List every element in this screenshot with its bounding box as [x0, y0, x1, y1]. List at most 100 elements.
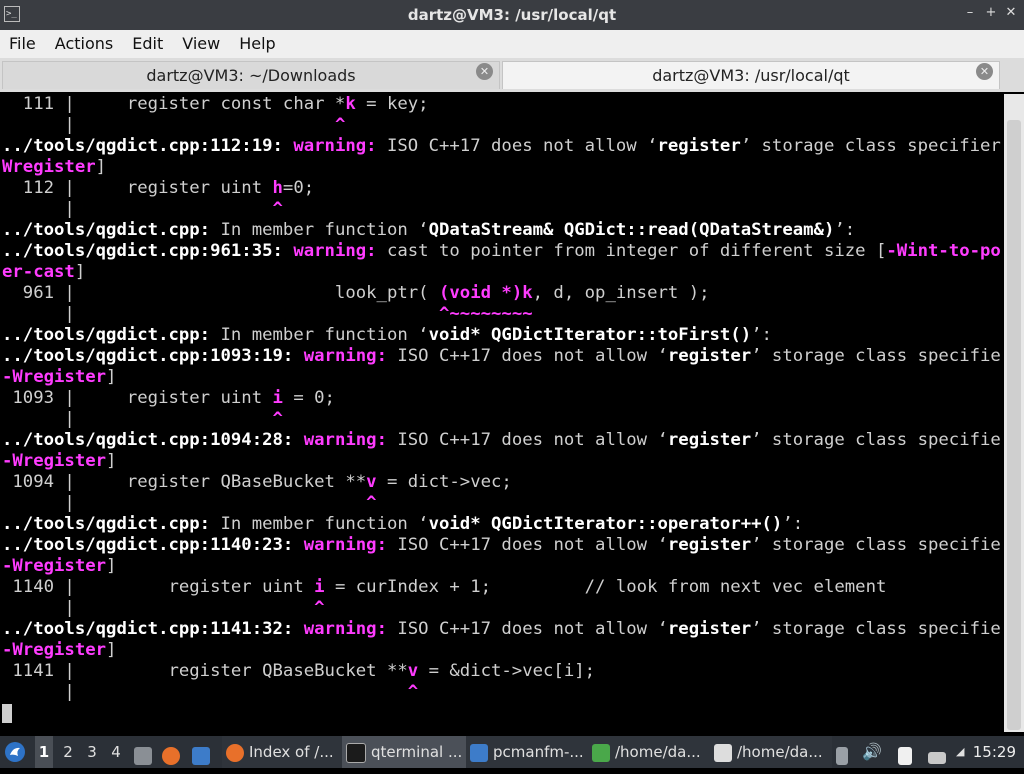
task-firefox[interactable]: Index of /...	[222, 736, 344, 768]
terminal-line: 1141 | register QBaseBucket **v = &dict-…	[2, 661, 1002, 682]
terminal-text: warning:	[293, 241, 387, 261]
terminal-line: 961 | look_ptr( (void *)k, d, op_insert …	[2, 283, 1002, 304]
tray-usb[interactable]	[836, 736, 852, 768]
terminal-line: 111 | register const char *k = key;	[2, 94, 1002, 115]
desktop-icon	[192, 747, 210, 765]
terminal-text: = dict->vec;	[376, 472, 512, 492]
scrollbar-thumb[interactable]	[1007, 120, 1021, 730]
tab-close-icon[interactable]: ✕	[476, 63, 493, 80]
usb-drive-icon	[836, 747, 848, 765]
task-pcmanfm[interactable]: pcmanfm-...	[466, 736, 588, 768]
terminal-line: ../tools/qgdict.cpp:112:19: warning: ISO…	[2, 136, 1002, 157]
terminal-text: |	[2, 409, 273, 429]
terminal-line: | ^	[2, 409, 1002, 430]
terminal-line: -Wregister]	[2, 367, 1002, 388]
tray-volume[interactable]: 🔊	[862, 736, 882, 768]
terminal-text: warning:	[303, 430, 398, 450]
terminal-line: ../tools/qgdict.cpp: In member function …	[2, 514, 1002, 535]
terminal-text: i	[272, 388, 283, 408]
terminal-text: ../tools/qgdict.cpp:	[2, 514, 221, 534]
tab-label: dartz@VM3: /usr/local/qt	[652, 66, 850, 85]
terminal-text: ISO C++17 does not allow ‘	[397, 346, 668, 366]
file-cabinet-icon	[134, 747, 152, 765]
terminal-text: void* QGDictIterator::operator++()	[428, 514, 783, 534]
menu-edit[interactable]: Edit	[123, 30, 173, 58]
menu-help[interactable]: Help	[230, 30, 285, 58]
terminal-cursor	[2, 703, 12, 723]
terminal-text: k	[345, 94, 356, 114]
terminal-text: warning:	[303, 535, 398, 555]
terminal-text: ^	[272, 199, 283, 219]
terminal-line: Wregister]	[2, 157, 1002, 178]
terminal-line: | ^	[2, 115, 1002, 136]
terminal-text: ../tools/qgdict.cpp:	[2, 325, 221, 345]
menu-actions[interactable]: Actions	[46, 30, 123, 58]
clock[interactable]: 15:29	[973, 736, 1016, 768]
terminal-line: ../tools/qgdict.cpp:1141:32: warning: IS…	[2, 619, 1002, 640]
terminal-text: v	[407, 661, 419, 681]
desktop-3[interactable]: 3	[83, 736, 101, 768]
terminal-text: -Wregister	[2, 556, 107, 576]
terminal-text: ]	[106, 367, 117, 387]
terminal-text: void* QGDictIterator::toFirst()	[428, 325, 752, 345]
terminal-text: , d, op_insert );	[532, 283, 710, 303]
desktop-4[interactable]: 4	[107, 736, 125, 768]
tab-close-icon[interactable]: ✕	[976, 63, 993, 80]
window-titlebar[interactable]: >_ dartz@VM3: /usr/local/qt – + ✕	[0, 0, 1024, 30]
terminal-text: In member function ‘	[220, 325, 429, 345]
menu-file[interactable]: File	[0, 30, 46, 58]
terminal-text: |	[2, 199, 273, 219]
terminal-text: =0;	[282, 178, 315, 198]
terminal-text: QDataStream& QGDict::read(QDataStream&)	[428, 220, 835, 240]
firefox-launcher[interactable]	[162, 736, 184, 768]
terminal-text: ’:	[834, 220, 856, 240]
terminal-text: ]	[74, 262, 86, 282]
tray-clipboard[interactable]	[898, 736, 918, 768]
terminal-text: ]	[106, 640, 117, 660]
menu-bar: File Actions Edit View Help	[0, 30, 1024, 58]
lubuntu-logo-icon	[5, 742, 25, 762]
task-pen-app[interactable]: /home/da...	[710, 736, 832, 768]
maximize-button[interactable]: +	[983, 5, 999, 23]
start-menu-button[interactable]	[4, 736, 28, 768]
terminal-line: ../tools/qgdict.cpp: In member function …	[2, 325, 1002, 346]
minimize-button[interactable]: –	[962, 5, 978, 23]
terminal-text: = &dict->vec[i];	[418, 661, 596, 681]
terminal-text: register	[667, 619, 752, 639]
terminal-line: ../tools/qgdict.cpp:1140:23: warning: IS…	[2, 535, 1002, 556]
terminal-text: er-cast	[2, 262, 75, 282]
terminal-text: i	[314, 577, 325, 597]
terminal-text: ISO C++17 does not allow ‘	[397, 430, 668, 450]
terminal-text: ’:	[751, 325, 772, 345]
desktop-1[interactable]: 1	[35, 736, 53, 768]
pen-icon	[714, 743, 732, 762]
terminal-line: -Wregister]	[2, 451, 1002, 472]
tray-network[interactable]: ◢	[956, 736, 972, 768]
tab-usr-local-qt[interactable]: dartz@VM3: /usr/local/qt	[502, 61, 1000, 89]
terminal-line: 1093 | register uint i = 0;	[2, 388, 1002, 409]
terminal-text: ../tools/qgdict.cpp:961:35:	[2, 241, 294, 261]
close-window-button[interactable]: ✕	[1003, 5, 1019, 23]
terminal-text: ]	[95, 157, 107, 177]
terminal-text: ’ storage class specifier [	[751, 346, 1002, 366]
tray-keyboard[interactable]	[928, 736, 948, 768]
show-desktop-button[interactable]	[192, 736, 214, 768]
terminal-text: 111 | register const char *	[2, 94, 346, 114]
terminal-line: ../tools/qgdict.cpp:1093:19: warning: IS…	[2, 346, 1002, 367]
menu-view[interactable]: View	[173, 30, 230, 58]
terminal-line: -Wregister]	[2, 556, 1002, 577]
terminal-line: ../tools/qgdict.cpp: In member function …	[2, 220, 1002, 241]
terminal-text: -Wint-to-point	[886, 241, 1002, 261]
terminal-text: In member function ‘	[220, 220, 429, 240]
terminal-text: -Wregister	[2, 640, 107, 660]
terminal-text: 112 | register uint	[2, 178, 273, 198]
terminal-text: warning:	[303, 346, 398, 366]
file-manager-launcher[interactable]	[134, 736, 156, 768]
terminal-scrollbar[interactable]	[1004, 94, 1024, 732]
task-qterminal[interactable]: qterminal ...	[342, 736, 466, 768]
task-text-editor[interactable]: /home/da...	[588, 736, 710, 768]
terminal-text: ^	[407, 682, 419, 702]
terminal-output[interactable]: 111 | register const char *k = key; | ^.…	[2, 94, 1002, 732]
tab-downloads[interactable]: dartz@VM3: ~/Downloads	[2, 61, 500, 89]
desktop-2[interactable]: 2	[59, 736, 77, 768]
